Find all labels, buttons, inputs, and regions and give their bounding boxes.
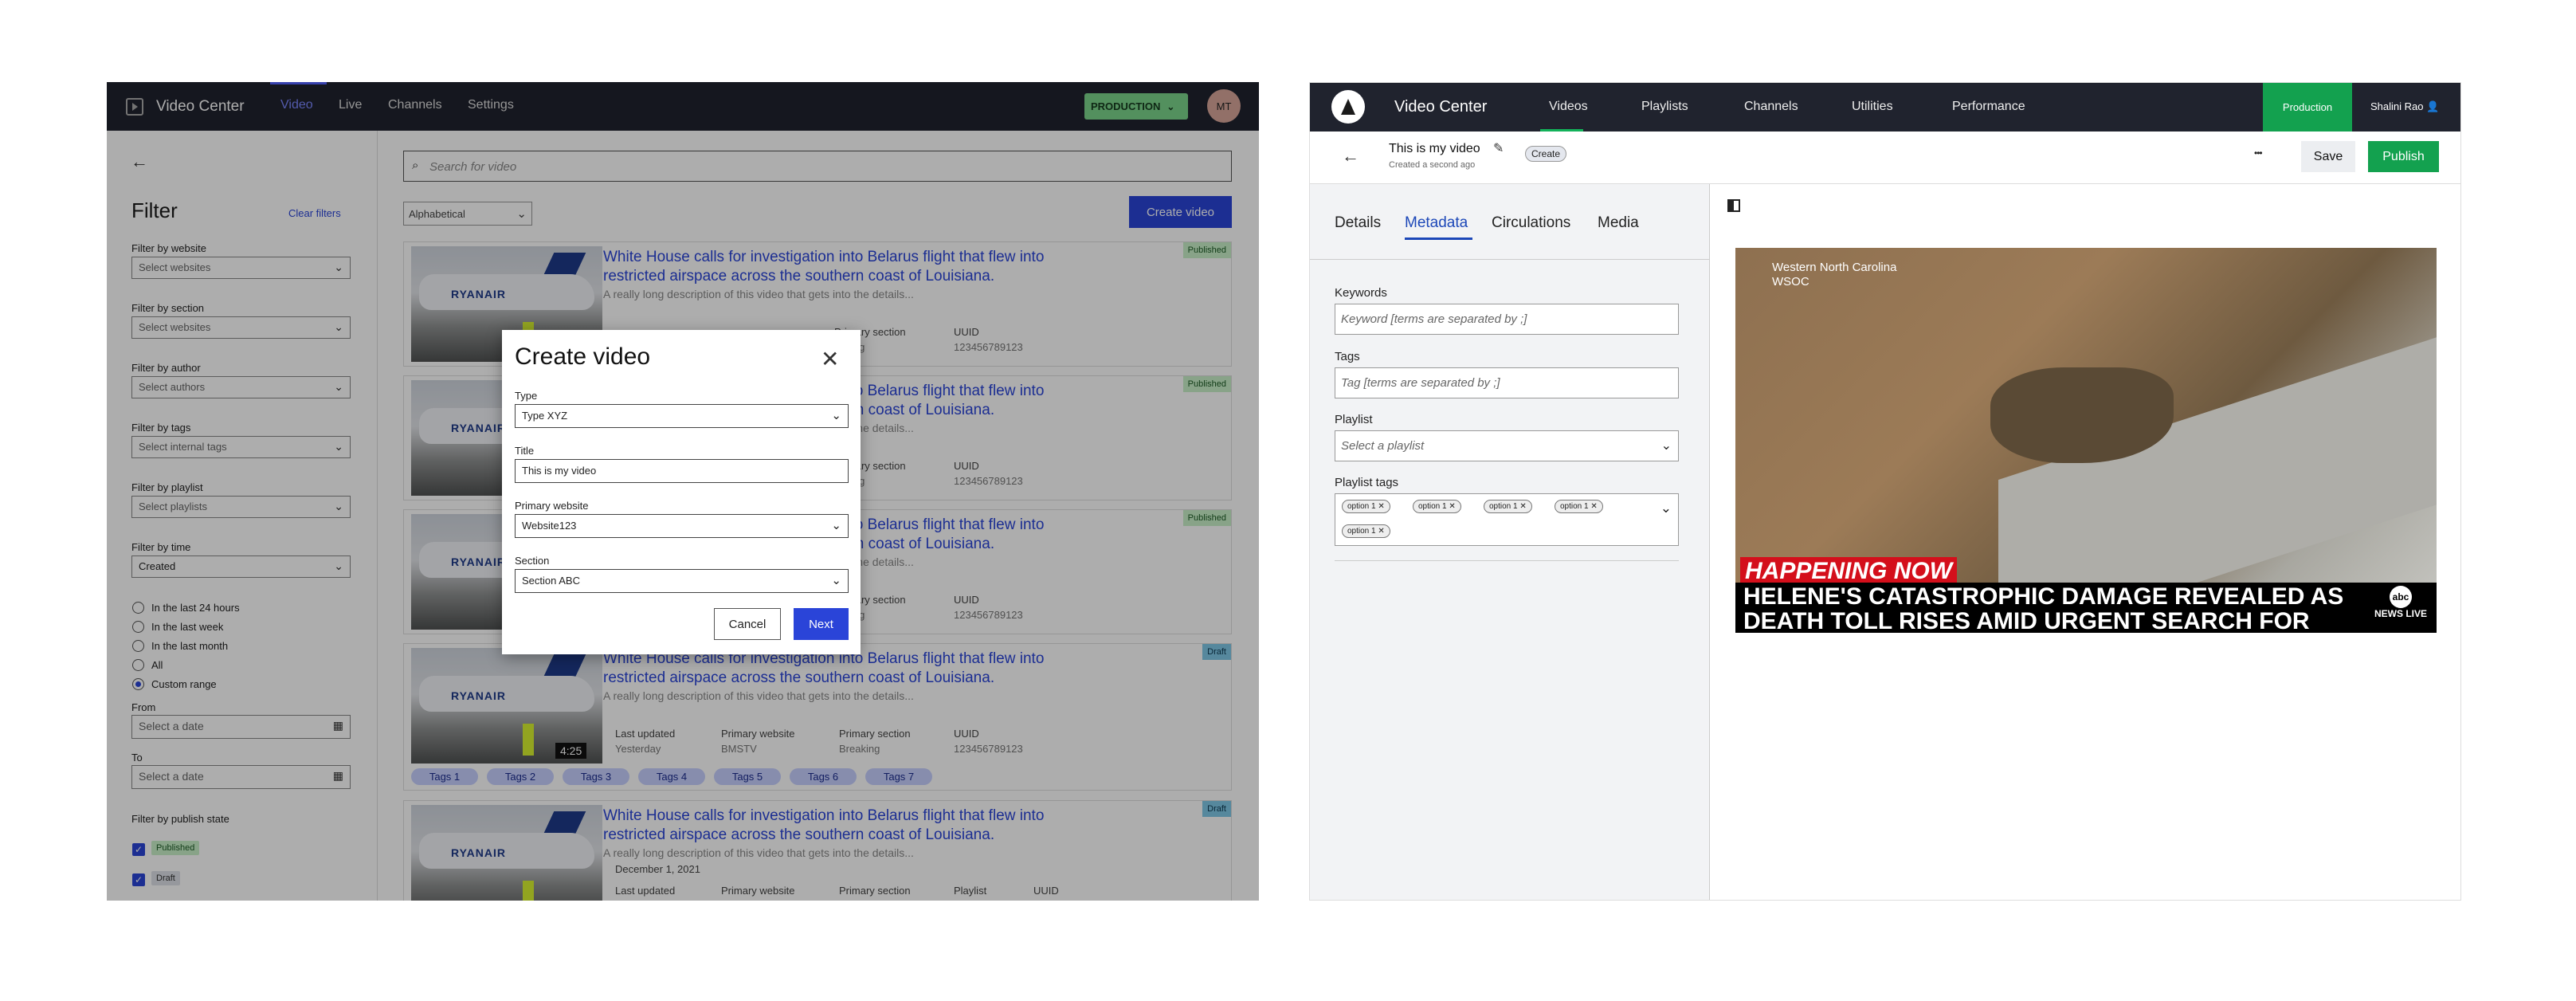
tab-circulations[interactable]: Circulations [1492,214,1570,232]
nav-utilities[interactable]: Utilities [1852,100,1893,114]
cancel-button[interactable]: Cancel [714,608,781,640]
title-label: Title [515,445,535,457]
video-title: This is my video [1389,142,1480,155]
environment-button[interactable]: Production [2263,83,2352,132]
close-icon[interactable]: ✕ [1519,502,1526,511]
chevron-down-icon: ⌄ [831,574,841,587]
tags-label: Tags [1335,350,1360,363]
media-preview-panel: Western North Carolina WSOC HAPPENING NOW… [1710,184,2460,900]
option-chip-label: option 1 [1347,502,1376,511]
modal-title: Create video [515,343,651,370]
playlist-placeholder: Select a playlist [1341,439,1425,453]
next-button[interactable]: Next [794,608,849,640]
sidebar-toggle-icon[interactable] [1727,199,1740,212]
option-chip-label: option 1 [1347,527,1376,536]
video-player[interactable]: Western North Carolina WSOC HAPPENING NOW… [1735,248,2437,633]
video-center-list-screen: Video Center Video Live Channels Setting… [107,82,1259,901]
happening-now-banner: HAPPENING NOW [1740,557,1958,586]
type-select[interactable]: Type XYZ ⌄ [515,404,849,428]
close-icon[interactable]: ✕ [1378,527,1384,536]
section-divider [1335,560,1679,561]
video-frame-debris [1990,367,2174,463]
close-icon[interactable]: ✕ [1590,502,1597,511]
tab-details[interactable]: Details [1335,214,1381,232]
type-label: Type [515,390,538,402]
chevron-down-icon: ⌄ [831,409,841,422]
section-select[interactable]: Section ABC ⌄ [515,569,849,593]
option-chip[interactable]: option 1 ✕ [1555,500,1603,513]
video-header-bar: ← This is my video ✎ Created a second ag… [1310,132,2460,184]
abc-news-logo: abc NEWS LIVE [2365,583,2437,633]
tab-media[interactable]: Media [1598,214,1639,232]
playlist-label: Playlist [1335,413,1373,426]
publish-button[interactable]: Publish [2368,141,2439,172]
primary-website-value: Website123 [522,520,577,532]
user-menu[interactable]: Shalini Rao 👤 [2370,100,2439,113]
brand-logo-icon[interactable] [1331,90,1365,124]
playlist-select[interactable]: Select a playlist ⌄ [1335,430,1679,461]
playlist-tags-select[interactable]: option 1 ✕ option 1 ✕ option 1 ✕ option … [1335,493,1679,546]
video-edit-screen: Video Center Videos Playlists Channels U… [1309,82,2461,901]
keywords-input[interactable]: Keyword [terms are separated by ;] [1335,304,1679,335]
keywords-placeholder: Keyword [terms are separated by ;] [1341,312,1527,326]
video-location-caption: Western North Carolina WSOC [1772,261,1896,289]
tab-divider [1310,259,1710,260]
option-chip[interactable]: option 1 ✕ [1342,524,1390,538]
option-chip-label: option 1 [1489,502,1518,511]
option-chip-label: option 1 [1418,502,1447,511]
close-icon[interactable]: ✕ [821,346,839,372]
app-title: Video Center [1394,98,1488,116]
title-input[interactable]: This is my video [515,459,849,483]
more-options-icon[interactable]: ••• [2254,147,2263,159]
nav-channels[interactable]: Channels [1744,100,1798,114]
option-chip[interactable]: option 1 ✕ [1342,500,1390,513]
top-nav-bar: Video Center Videos Playlists Channels U… [1310,83,2460,132]
title-value: This is my video [522,465,597,477]
chevron-down-icon: ⌄ [831,519,841,532]
save-button[interactable]: Save [2301,141,2355,172]
close-icon[interactable]: ✕ [1449,502,1455,511]
close-icon[interactable]: ✕ [1378,502,1384,511]
option-chip[interactable]: option 1 ✕ [1484,500,1532,513]
video-location: Western North Carolina [1772,261,1897,274]
section-label: Section [515,555,550,567]
pencil-icon[interactable]: ✎ [1493,140,1504,156]
create-video-modal: Create video ✕ Type Type XYZ ⌄ Title This… [502,330,861,654]
back-arrow-icon[interactable]: ← [1342,146,1359,167]
metadata-panel: Details Metadata Circulations Media Keyw… [1310,184,1710,900]
tags-input[interactable]: Tag [terms are separated by ;] [1335,367,1679,398]
nav-playlists[interactable]: Playlists [1641,100,1688,114]
nav-performance[interactable]: Performance [1952,100,2025,114]
keywords-label: Keywords [1335,286,1387,300]
chevron-down-icon: ⌄ [1660,439,1672,453]
nav-videos[interactable]: Videos [1549,100,1588,114]
news-headline: HELENE'S CATASTROPHIC DAMAGE REVEALED AS… [1735,583,2365,633]
type-value: Type XYZ [522,410,568,422]
status-badge: Create [1525,146,1567,162]
news-live-text: NEWS LIVE [2374,608,2427,619]
tab-metadata[interactable]: Metadata [1405,214,1468,232]
video-station: WSOC [1772,275,1809,289]
abc-logo-mark: abc [2390,586,2412,608]
primary-website-select[interactable]: Website123 ⌄ [515,514,849,538]
option-chip-label: option 1 [1560,502,1589,511]
created-time: Created a second ago [1389,160,1476,170]
option-chip[interactable]: option 1 ✕ [1413,500,1461,513]
active-tab-indicator [1405,237,1472,240]
person-icon: 👤 [2426,100,2440,112]
primary-website-label: Primary website [515,500,589,512]
user-name: Shalini Rao [2370,100,2424,112]
tags-placeholder: Tag [terms are separated by ;] [1341,376,1500,390]
chevron-down-icon: ⌄ [1660,500,1672,516]
playlist-tags-label: Playlist tags [1335,476,1399,489]
section-value: Section ABC [522,575,580,587]
